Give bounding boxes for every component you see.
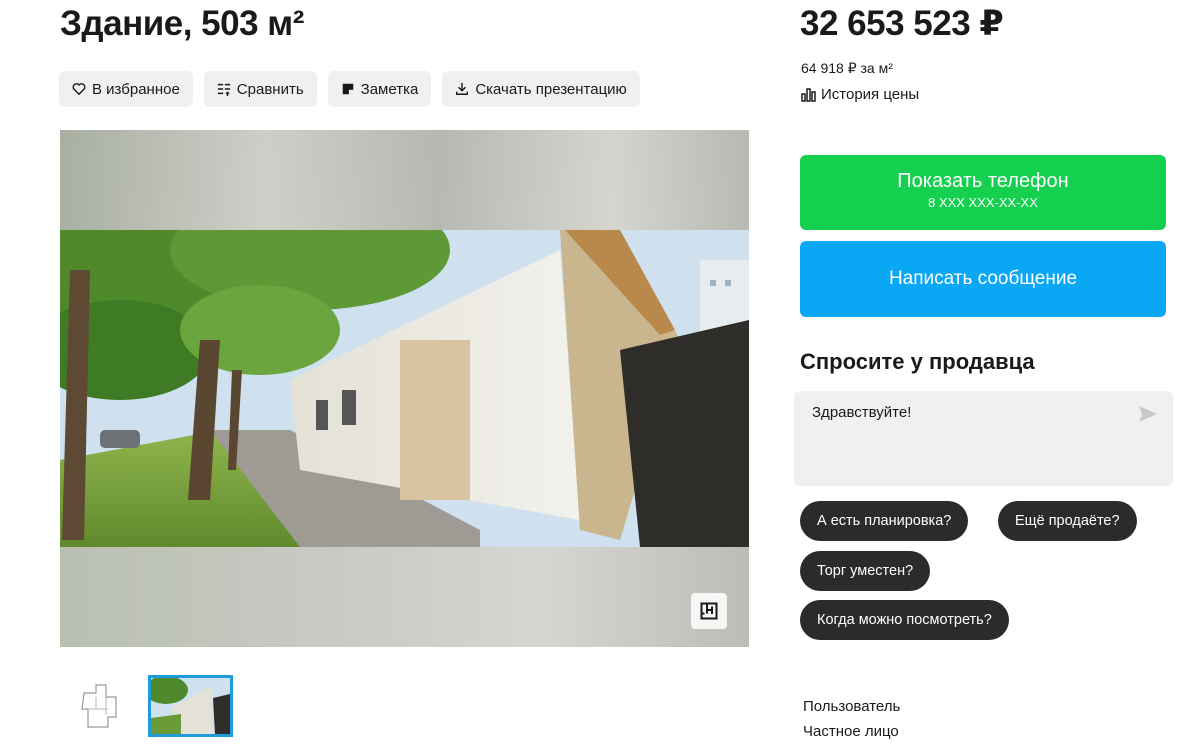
- thumbnail-facade[interactable]: [148, 675, 233, 737]
- heart-icon: [72, 83, 86, 95]
- note-button[interactable]: Заметка: [327, 71, 432, 107]
- compare-icon: [217, 83, 230, 96]
- download-presentation-label: Скачать презентацию: [475, 80, 627, 98]
- floorplan-icon: [700, 602, 718, 620]
- compare-label: Сравнить: [236, 80, 304, 98]
- facade-thumbnail-image: [151, 678, 230, 734]
- show-phone-label: Показать телефон: [897, 170, 1069, 192]
- price-per-m2: 64 918 ₽ за м²: [801, 60, 893, 76]
- building-scene: [60, 230, 749, 547]
- chip-layout-question[interactable]: А есть планировка?: [800, 501, 969, 541]
- floorplan-thumbnail-icon: [70, 675, 136, 737]
- show-phone-button[interactable]: Показать телефон 8 XXX XXX-XX-XX: [800, 155, 1166, 230]
- send-icon[interactable]: [1138, 405, 1158, 423]
- main-photo[interactable]: [60, 130, 749, 647]
- write-message-button[interactable]: Написать сообщение: [800, 241, 1166, 317]
- listing-title: Здание, 503 м²: [60, 4, 304, 43]
- ask-seller-title: Спросите у продавца: [800, 349, 1035, 374]
- seller-type: Частное лицо: [803, 723, 899, 740]
- seller-name[interactable]: Пользователь: [803, 694, 900, 719]
- floorplan-button[interactable]: [691, 593, 727, 629]
- listing-actions: В избранное Сравнить Заметка Скачать пре…: [59, 71, 640, 107]
- note-label: Заметка: [360, 80, 419, 98]
- chip-still-selling-question[interactable]: Ещё продаёте?: [998, 501, 1137, 541]
- message-text: Здравствуйте!: [812, 404, 912, 421]
- photo-blur-top: [60, 130, 749, 230]
- message-input[interactable]: Здравствуйте!: [794, 391, 1173, 486]
- favorite-button[interactable]: В избранное: [59, 71, 193, 107]
- download-presentation-button[interactable]: Скачать презентацию: [442, 71, 640, 107]
- price-history-label: История цены: [821, 86, 920, 103]
- favorite-label: В избранное: [92, 80, 180, 98]
- seller-info: Пользователь Частное лицо: [803, 694, 900, 744]
- compare-button[interactable]: Сравнить: [203, 71, 317, 107]
- photo-blur-bottom: [60, 547, 749, 647]
- chip-bargain-question[interactable]: Торг уместен?: [800, 551, 931, 591]
- thumbnail-floorplan[interactable]: [70, 675, 136, 737]
- thumbnail-strip: [70, 675, 233, 737]
- phone-mask: 8 XXX XXX-XX-XX: [928, 195, 1038, 210]
- download-icon: [456, 82, 469, 95]
- price-history-link[interactable]: История цены: [801, 86, 919, 103]
- chart-icon: [801, 87, 816, 102]
- building-photo: [60, 230, 749, 547]
- listing-price: 32 653 523 ₽: [800, 4, 1004, 43]
- note-icon: [342, 83, 353, 95]
- chip-viewing-question[interactable]: Когда можно посмотреть?: [800, 600, 1009, 640]
